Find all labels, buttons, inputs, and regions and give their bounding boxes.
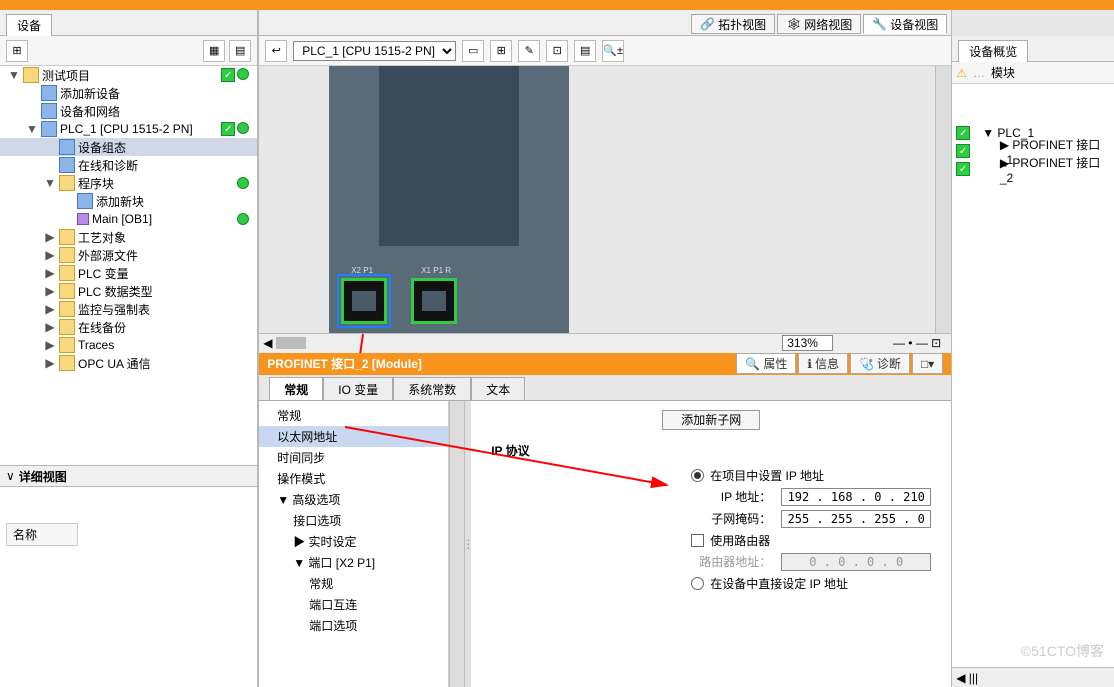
inspector-tab[interactable]: 🔍属性 bbox=[736, 353, 796, 374]
radio-set-in-project[interactable] bbox=[691, 469, 704, 482]
zoom-level[interactable]: 313% bbox=[782, 335, 833, 351]
tree-tool-list[interactable]: ▦ bbox=[203, 40, 225, 62]
port-label-x1p1r: X1 P1 R bbox=[421, 266, 451, 275]
tree-item[interactable]: ▶外部源文件 bbox=[0, 246, 257, 264]
inspector-tab[interactable]: 🩺诊断 bbox=[850, 353, 910, 374]
tree-item[interactable]: 设备和网络 bbox=[0, 102, 257, 120]
watermark: ©51CTO博客 bbox=[1021, 641, 1104, 661]
property-nav[interactable]: 常规以太网地址时间同步操作模式▼ 高级选项接口选项▶ 实时设定▼ 端口 [X2 … bbox=[259, 401, 449, 687]
canvas-scroll-v[interactable] bbox=[935, 66, 951, 333]
canvas-tool-zoom[interactable]: 🔍± bbox=[602, 40, 624, 62]
overview-scroll-h[interactable]: ◀ ||| bbox=[952, 667, 1114, 687]
device-canvas[interactable]: X2 P1 X1 P1 R X1 P2 R bbox=[259, 66, 951, 353]
router-address-field: 0 . 0 . 0 . 0 bbox=[781, 553, 931, 571]
tree-item[interactable]: ▶PLC 变量 bbox=[0, 264, 257, 282]
property-nav-item[interactable]: 以太网地址 bbox=[259, 426, 448, 447]
canvas-tool-b[interactable]: ⊞ bbox=[490, 40, 512, 62]
property-tab[interactable]: 系统常数 bbox=[393, 377, 471, 400]
overview-row[interactable]: ✓▶ PROFINET 接口_2 bbox=[952, 160, 1114, 178]
ip-address-label: IP 地址： bbox=[611, 488, 771, 505]
ip-protocol-heading: IP 协议 bbox=[491, 442, 931, 459]
port-x2-p1[interactable] bbox=[341, 278, 387, 324]
editor-pane: 🔗拓扑视图🕸网络视图🔧设备视图 ↩ PLC_1 [CPU 1515-2 PN] … bbox=[259, 10, 951, 687]
view-tab[interactable]: 🕸网络视图 bbox=[777, 14, 861, 34]
use-router-checkbox[interactable] bbox=[691, 534, 704, 547]
port-x1-p1-r[interactable] bbox=[411, 278, 457, 324]
tree-item[interactable]: 添加新设备 bbox=[0, 84, 257, 102]
tree-item[interactable]: ▶监控与强制表 bbox=[0, 300, 257, 318]
tree-item[interactable]: ▼PLC_1 [CPU 1515-2 PN]✓ bbox=[0, 120, 257, 138]
tree-tool-1[interactable]: ⊞ bbox=[6, 40, 28, 62]
radio-set-in-device[interactable] bbox=[691, 577, 704, 590]
tree-item[interactable]: 在线和诊断 bbox=[0, 156, 257, 174]
detail-view: 名称 bbox=[0, 487, 257, 687]
devices-tab[interactable]: 设备 bbox=[6, 14, 52, 36]
tree-item[interactable]: 设备组态 bbox=[0, 138, 257, 156]
subnet-mask-label: 子网掩码： bbox=[611, 510, 771, 527]
inspector-title: PROFINET 接口_2 [Module] bbox=[267, 355, 422, 372]
device-overview-tab[interactable]: 设备概览 bbox=[958, 40, 1028, 62]
canvas-tool-c[interactable]: ✎ bbox=[518, 40, 540, 62]
property-nav-item[interactable]: ▼ 端口 [X2 P1] bbox=[259, 552, 448, 573]
property-tab[interactable]: 文本 bbox=[471, 377, 525, 400]
inspector-header: PROFINET 接口_2 [Module] 🔍属性ℹ信息🩺诊断□▾ bbox=[259, 353, 951, 375]
project-tree[interactable]: ▼测试项目✓添加新设备设备和网络▼PLC_1 [CPU 1515-2 PN]✓设… bbox=[0, 66, 257, 465]
property-nav-item[interactable]: 端口互连 bbox=[259, 594, 448, 615]
property-nav-item[interactable]: 常规 bbox=[259, 405, 448, 426]
property-nav-item[interactable]: 时间同步 bbox=[259, 447, 448, 468]
add-subnet-button[interactable]: 添加新子网 bbox=[662, 410, 760, 430]
device-overview-pane: 设备概览 ⚠ … 模块 ✓▼ PLC_1✓▶ PROFINET 接口_1✓▶ P… bbox=[951, 10, 1114, 687]
canvas-tool-a[interactable]: ▭ bbox=[462, 40, 484, 62]
property-nav-item[interactable]: 操作模式 bbox=[259, 468, 448, 489]
property-nav-item[interactable]: ▶ 实时设定 bbox=[259, 531, 448, 552]
property-nav-item[interactable]: ▼ 高级选项 bbox=[259, 489, 448, 510]
inspector-collapse[interactable]: □▾ bbox=[912, 353, 943, 374]
tree-item[interactable]: ▶工艺对象 bbox=[0, 228, 257, 246]
inspector-tab[interactable]: ℹ信息 bbox=[798, 353, 848, 374]
port-label-x2p1: X2 P1 bbox=[351, 266, 373, 275]
property-form: 添加新子网 IP 协议 在项目中设置 IP 地址 IP 地址： 192 . 16… bbox=[471, 401, 951, 687]
tree-item[interactable]: ▶OPC UA 通信 bbox=[0, 354, 257, 372]
property-nav-item[interactable]: 端口选项 bbox=[259, 615, 448, 636]
project-tree-pane: 设备 ⊞ ▦ ▤ ▼测试项目✓添加新设备设备和网络▼PLC_1 [CPU 151… bbox=[0, 10, 259, 687]
ip-address-field[interactable]: 192 . 168 . 0 . 210 bbox=[781, 488, 931, 506]
subnet-mask-field[interactable]: 255 . 255 . 255 . 0 bbox=[781, 510, 931, 528]
tree-item[interactable]: ▶在线备份 bbox=[0, 318, 257, 336]
overview-col-module[interactable]: 模块 bbox=[991, 64, 1015, 81]
device-selector[interactable]: PLC_1 [CPU 1515-2 PN] bbox=[293, 41, 456, 61]
warning-icon: ⚠ bbox=[956, 66, 967, 80]
detail-view-header[interactable]: ∨详细视图 bbox=[0, 465, 257, 487]
overview-tree[interactable]: ✓▼ PLC_1✓▶ PROFINET 接口_1✓▶ PROFINET 接口_2 bbox=[952, 84, 1114, 667]
tree-item[interactable]: ▼测试项目✓ bbox=[0, 66, 257, 84]
tree-item[interactable]: ▶Traces bbox=[0, 336, 257, 354]
plc-module[interactable]: X2 P1 X1 P1 R X1 P2 R bbox=[329, 66, 569, 353]
router-address-label: 路由器地址： bbox=[611, 553, 771, 570]
canvas-tool-back[interactable]: ↩ bbox=[265, 40, 287, 62]
property-nav-item[interactable]: 接口选项 bbox=[259, 510, 448, 531]
canvas-tool-d[interactable]: ⊡ bbox=[546, 40, 568, 62]
tree-item[interactable]: ▶PLC 数据类型 bbox=[0, 282, 257, 300]
view-tab[interactable]: 🔗拓扑视图 bbox=[691, 14, 775, 34]
tree-item[interactable]: 添加新块 bbox=[0, 192, 257, 210]
canvas-tool-e[interactable]: ▤ bbox=[574, 40, 596, 62]
tree-item[interactable]: ▼程序块 bbox=[0, 174, 257, 192]
property-tab[interactable]: IO 变量 bbox=[323, 377, 393, 400]
property-tab[interactable]: 常规 bbox=[269, 377, 323, 400]
canvas-scroll-h[interactable]: ◀ 313% — • — ⊡ bbox=[259, 333, 951, 353]
tree-tool-2[interactable]: ▤ bbox=[229, 40, 251, 62]
detail-col-name[interactable]: 名称 bbox=[6, 523, 78, 546]
view-tab[interactable]: 🔧设备视图 bbox=[863, 14, 947, 34]
tree-item[interactable]: Main [OB1] bbox=[0, 210, 257, 228]
property-nav-item[interactable]: 常规 bbox=[259, 573, 448, 594]
